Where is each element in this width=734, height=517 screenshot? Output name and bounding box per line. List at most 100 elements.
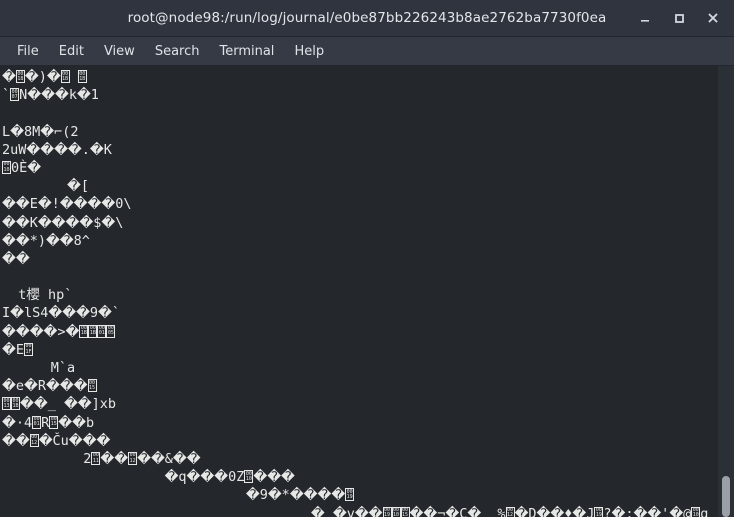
terminal-text: E bbox=[29, 196, 38, 213]
replacement-char-glyph: � bbox=[59, 232, 74, 249]
terminal-text: \ bbox=[115, 214, 124, 231]
terminal-line: �E 00 1F bbox=[2, 341, 718, 359]
terminal-text: ? bbox=[603, 505, 612, 517]
terminal-text: g bbox=[700, 505, 709, 517]
terminal-line: �_�v�� 00 19 00 10 00 15 ��¬�C� % 00 12 �D��♦�J 00 1… bbox=[2, 505, 718, 517]
minimize-button[interactable] bbox=[630, 3, 660, 33]
replacement-char-glyph: � bbox=[15, 232, 30, 249]
terminal-text: ·4 bbox=[15, 414, 33, 431]
terminal-line: 00 10 0È� bbox=[2, 159, 718, 177]
control-char-box: 00 12 bbox=[505, 506, 515, 517]
terminal-text: q bbox=[178, 469, 187, 486]
replacement-char-glyph: � bbox=[289, 487, 304, 504]
replacement-char-glyph: � bbox=[98, 305, 112, 322]
replacement-char-glyph: � bbox=[200, 469, 215, 486]
replacement-char-glyph: � bbox=[59, 196, 74, 213]
replacement-char-glyph: � bbox=[550, 505, 565, 517]
terminal-line: 00 13 00 1B ��_ ��]xb bbox=[2, 395, 718, 413]
terminal-text: > bbox=[57, 323, 66, 340]
terminal-text: D bbox=[528, 505, 537, 517]
replacement-char-glyph: � bbox=[2, 378, 16, 395]
replacement-char-glyph: � bbox=[15, 196, 30, 213]
replacement-char-glyph: � bbox=[10, 305, 24, 322]
terminal-text: 9 bbox=[89, 305, 99, 322]
control-char-box: 00 1B bbox=[79, 324, 89, 338]
menu-item-view[interactable]: View bbox=[95, 41, 144, 62]
control-char-box: 00 19 bbox=[345, 488, 355, 502]
window-controls bbox=[628, 0, 730, 36]
control-char-box: 00 1B bbox=[77, 70, 87, 83]
terminal-text: 8^ bbox=[73, 232, 90, 249]
terminal-text: M`a bbox=[2, 360, 76, 376]
terminal-text: v bbox=[346, 505, 355, 517]
replacement-char-glyph: � bbox=[65, 323, 80, 340]
replacement-char-glyph: � bbox=[267, 469, 282, 486]
terminal-text: 2uW bbox=[2, 141, 27, 158]
terminal-line: I�lS4���9�` bbox=[2, 304, 718, 322]
replacement-char-glyph: � bbox=[37, 214, 52, 231]
terminal-text: 0\ bbox=[115, 196, 132, 213]
terminal-text: * bbox=[281, 487, 290, 504]
menu-item-edit[interactable]: Edit bbox=[50, 41, 93, 62]
replacement-char-glyph: � bbox=[15, 214, 30, 231]
control-char-box: 00 1B bbox=[88, 324, 98, 338]
replacement-char-glyph: � bbox=[63, 396, 78, 413]
control-char-box: 00 11 bbox=[91, 451, 101, 465]
replacement-char-glyph: � bbox=[2, 432, 16, 449]
replacement-char-glyph: � bbox=[100, 450, 115, 467]
terminal-line: ��*)��8^ bbox=[2, 232, 718, 250]
terminal-line: 2 00 11 �� 00 12 ��&�� bbox=[2, 450, 718, 468]
menu-item-terminal[interactable]: Terminal bbox=[210, 41, 283, 62]
terminal-line: � 00 18 �)� 00 1B 00 1B bbox=[2, 68, 718, 86]
replacement-char-glyph: � bbox=[253, 469, 268, 486]
menu-item-help[interactable]: Help bbox=[285, 41, 333, 62]
replacement-char-glyph: � bbox=[2, 196, 16, 213]
terminal-text: J bbox=[586, 505, 595, 517]
terminal-text: @ bbox=[683, 505, 692, 517]
terminal-scrollbar[interactable] bbox=[718, 66, 734, 517]
replacement-char-glyph: � bbox=[76, 305, 90, 322]
replacement-char-glyph: � bbox=[67, 178, 81, 195]
replacement-char-glyph: � bbox=[79, 214, 94, 231]
terminal-line: ��E�!����0\ bbox=[2, 195, 718, 213]
menu-item-file[interactable]: File bbox=[8, 41, 48, 62]
replacement-char-glyph: � bbox=[214, 469, 229, 486]
control-char-box: 00 15 bbox=[49, 415, 59, 429]
replacement-char-glyph: � bbox=[467, 505, 482, 517]
replacement-char-glyph: � bbox=[33, 396, 48, 413]
replacement-char-glyph: � bbox=[27, 159, 42, 176]
terminal-text: lS4 bbox=[23, 305, 49, 322]
terminal-text: ` bbox=[111, 305, 121, 322]
replacement-char-glyph: � bbox=[54, 141, 68, 158]
scrollbar-thumb[interactable] bbox=[722, 476, 730, 517]
replacement-char-glyph: � bbox=[58, 414, 73, 431]
close-button[interactable] bbox=[698, 3, 728, 33]
terminal-line: �� bbox=[2, 250, 718, 268]
replacement-char-glyph: � bbox=[2, 250, 16, 267]
replacement-char-glyph: � bbox=[72, 414, 86, 431]
replacement-char-glyph: � bbox=[15, 250, 30, 267]
terminal-text: *) bbox=[29, 232, 46, 249]
terminal-output[interactable]: � 00 18 �)� 00 1B 00 1B ` 00 07 N���k�1 L�8M�⌐(2 2u… bbox=[0, 66, 718, 517]
replacement-char-glyph: � bbox=[26, 141, 41, 158]
terminal-text: 8M bbox=[23, 123, 41, 140]
terminal-text: & bbox=[164, 450, 173, 467]
replacement-char-glyph: � bbox=[46, 69, 61, 85]
replacement-char-glyph: � bbox=[2, 341, 16, 358]
maximize-button[interactable] bbox=[664, 3, 694, 33]
menu-item-search[interactable]: Search bbox=[146, 41, 209, 62]
replacement-char-glyph: � bbox=[647, 505, 662, 517]
control-char-box: 00 15 bbox=[400, 506, 410, 517]
terminal-line: M`a bbox=[2, 359, 718, 377]
terminal-line: ` 00 07 N���k�1 bbox=[2, 86, 718, 104]
title-bar[interactable]: root@node98:/run/log/journal/e0be87bb226… bbox=[0, 0, 734, 37]
replacement-char-glyph: � bbox=[87, 196, 102, 213]
terminal-text: 0Z bbox=[228, 469, 245, 486]
replacement-char-glyph: � bbox=[15, 432, 30, 449]
replacement-char-glyph: � bbox=[89, 141, 104, 158]
terminal-text: 9 bbox=[259, 487, 268, 504]
replacement-char-glyph: � bbox=[423, 505, 438, 517]
replacement-char-glyph: � bbox=[317, 487, 332, 504]
terminal-line: t櫻 hp` bbox=[2, 286, 718, 304]
